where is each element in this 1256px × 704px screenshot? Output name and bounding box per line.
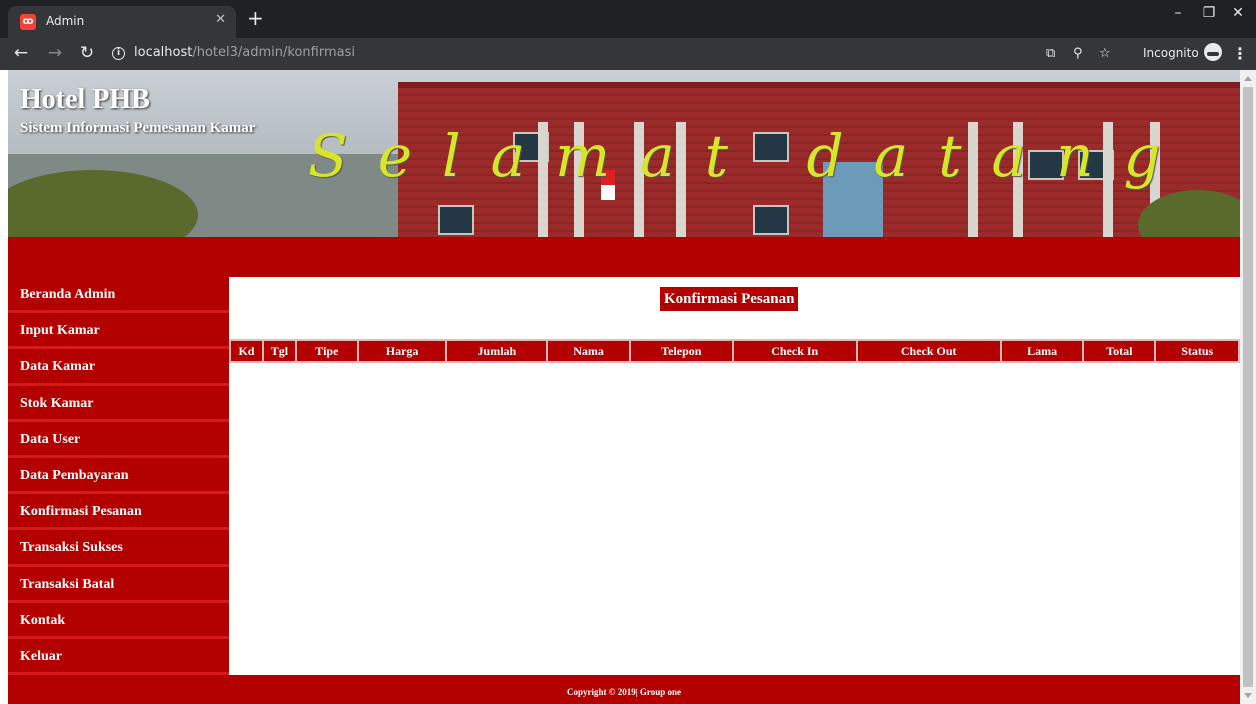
copyright-text: Copyright © 2019| Group one bbox=[566, 687, 682, 697]
browser-toolbar: ← → ↻ i localhost/hotel3/admin/konfirmas… bbox=[0, 38, 1256, 70]
reload-icon[interactable]: ↻ bbox=[76, 43, 98, 63]
banner-window bbox=[438, 205, 474, 235]
header-banner: Hotel PHB Sistem Informasi Pemesanan Kam… bbox=[8, 70, 1240, 237]
column-header-tipe: Tipe bbox=[294, 339, 359, 363]
xampp-icon: ꝏ bbox=[20, 14, 36, 30]
column-header-nama: Nama bbox=[546, 339, 631, 363]
main-content: Konfirmasi Pesanan Kd Tgl Tipe Harga Jum… bbox=[229, 277, 1240, 675]
page: Hotel PHB Sistem Informasi Pemesanan Kam… bbox=[8, 70, 1240, 704]
sidebar-item-kontak[interactable]: Kontak bbox=[8, 603, 229, 639]
tab-title: Admin bbox=[46, 14, 85, 28]
sidebar-item-keluar[interactable]: Keluar bbox=[8, 639, 229, 676]
scroll-thumb[interactable] bbox=[1243, 87, 1253, 687]
site-title: Hotel PHB bbox=[20, 84, 150, 115]
new-tab-icon[interactable]: + bbox=[247, 6, 264, 30]
sidebar-item-input-kamar[interactable]: Input Kamar bbox=[8, 313, 229, 350]
incognito-icon[interactable] bbox=[1204, 43, 1222, 61]
sidebar-item-transaksi-batal[interactable]: Transaksi Batal bbox=[8, 567, 229, 603]
sidebar-item-data-pembayaran[interactable]: Data Pembayaran bbox=[8, 458, 229, 495]
browser-tab[interactable]: ꝏ Admin ✕ bbox=[8, 6, 236, 38]
column-header-telepon: Telepon bbox=[628, 339, 734, 363]
info-icon[interactable]: i bbox=[112, 47, 125, 60]
forward-icon[interactable]: → bbox=[44, 43, 66, 63]
scroll-down-arrow-icon[interactable] bbox=[1244, 693, 1252, 698]
header-red-bar bbox=[8, 237, 1240, 277]
column-header-lama: Lama bbox=[999, 339, 1085, 363]
sidebar-item-konfirmasi-pesanan[interactable]: Konfirmasi Pesanan bbox=[8, 494, 229, 531]
restore-icon[interactable]: ❐ bbox=[1197, 5, 1221, 21]
sidebar-item-stok-kamar[interactable]: Stok Kamar bbox=[8, 386, 229, 422]
sidebar-item-data-kamar[interactable]: Data Kamar bbox=[8, 349, 229, 386]
browser-menu-icon[interactable]: ⋮ bbox=[1232, 44, 1248, 63]
sidebar-item-transaksi-sukses[interactable]: Transaksi Sukses bbox=[8, 530, 229, 567]
column-header-harga: Harga bbox=[356, 339, 448, 363]
sidebar-item-data-user[interactable]: Data User bbox=[8, 422, 229, 458]
column-header-check-in: Check In bbox=[731, 339, 858, 363]
back-icon[interactable]: ← bbox=[10, 43, 32, 63]
minimize-icon[interactable]: – bbox=[1166, 5, 1190, 21]
browser-tab-strip: ꝏ Admin ✕ + – ❐ ✕ bbox=[0, 0, 1256, 38]
bookmark-star-icon[interactable]: ☆ bbox=[1099, 46, 1111, 61]
zoom-icon[interactable]: ⚲ bbox=[1073, 46, 1083, 61]
url-text: localhost/hotel3/admin/konfirmasi bbox=[134, 45, 355, 60]
close-window-icon[interactable]: ✕ bbox=[1226, 5, 1250, 21]
incognito-label: Incognito bbox=[1143, 46, 1199, 60]
scroll-up-arrow-icon[interactable] bbox=[1244, 76, 1252, 81]
banner-window bbox=[753, 205, 789, 235]
column-header-tgl: Tgl bbox=[261, 339, 297, 363]
page-title: Konfirmasi Pesanan bbox=[660, 287, 799, 311]
translate-icon[interactable]: ⧉ bbox=[1046, 46, 1055, 61]
address-bar[interactable]: i localhost/hotel3/admin/konfirmasi bbox=[106, 42, 1136, 66]
table-header-row: Kd Tgl Tipe Harga Jumlah Nama Telepon Ch… bbox=[229, 339, 1240, 363]
footer: Copyright © 2019| Group one bbox=[8, 675, 1240, 704]
column-header-kd: Kd bbox=[229, 339, 264, 363]
page-scrollbar[interactable] bbox=[1240, 70, 1256, 704]
sidebar-item-beranda-admin[interactable]: Beranda Admin bbox=[8, 277, 229, 314]
sidebar-menu: Beranda Admin Input Kamar Data Kamar Sto… bbox=[8, 277, 229, 676]
column-header-jumlah: Jumlah bbox=[445, 339, 549, 363]
column-header-check-out: Check Out bbox=[855, 339, 1002, 363]
close-tab-icon[interactable]: ✕ bbox=[215, 12, 226, 27]
orders-table: Kd Tgl Tipe Harga Jumlah Nama Telepon Ch… bbox=[229, 339, 1240, 363]
column-header-status: Status bbox=[1154, 339, 1240, 363]
column-header-total: Total bbox=[1082, 339, 1157, 363]
site-subtitle: Sistem Informasi Pemesanan Kamar bbox=[20, 120, 256, 136]
welcome-text: Selamat datang bbox=[308, 122, 1191, 190]
